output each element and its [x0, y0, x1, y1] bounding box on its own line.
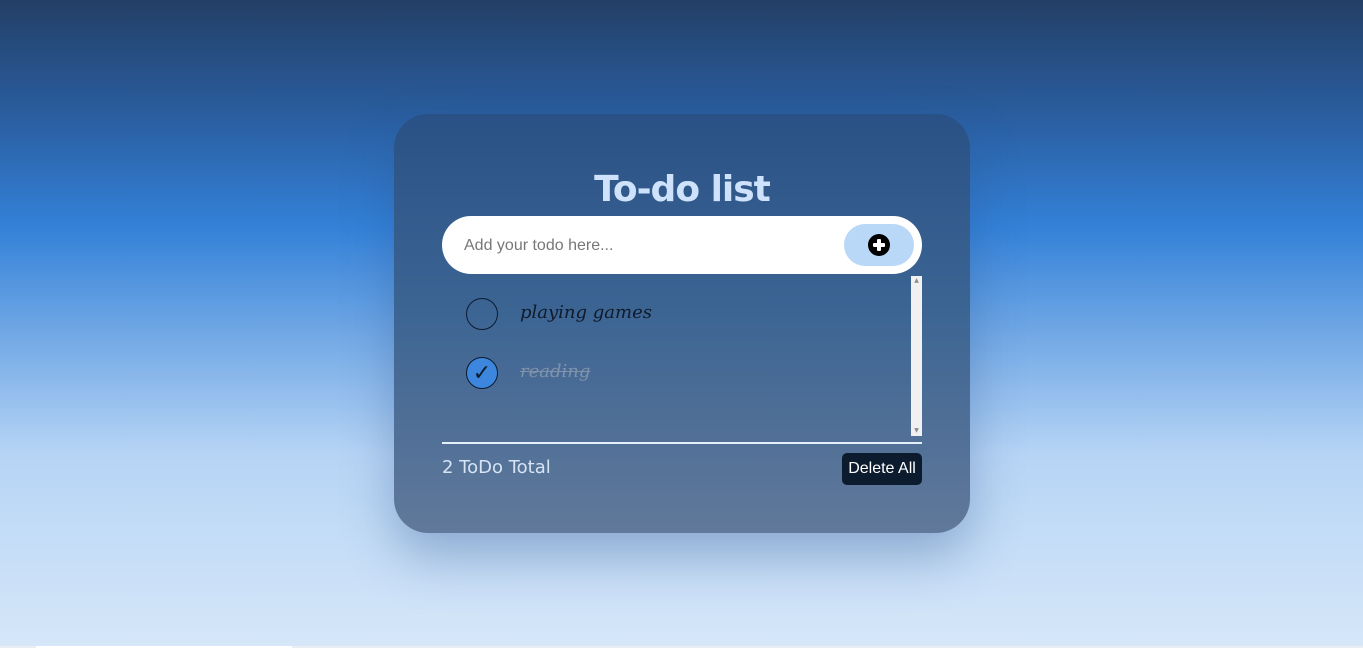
todo-list: playing games ✓ reading ▲ ▼: [442, 276, 922, 436]
checkmark-icon: ✓: [472, 361, 492, 386]
todo-item-text: reading: [520, 361, 591, 382]
add-todo-button[interactable]: [844, 224, 914, 266]
scroll-up-arrow-icon[interactable]: ▲: [911, 276, 922, 286]
scroll-down-arrow-icon[interactable]: ▼: [911, 426, 922, 436]
todo-input-row: [442, 216, 922, 276]
list-item: playing games: [466, 298, 886, 334]
plus-circle-icon: [868, 234, 890, 256]
page-title: To-do list: [594, 169, 771, 210]
todo-input[interactable]: [462, 216, 836, 276]
todo-checkbox[interactable]: [466, 298, 498, 330]
divider: [442, 442, 922, 444]
todo-total-count: 2 ToDo Total: [442, 457, 551, 478]
todo-checkbox[interactable]: ✓: [466, 357, 498, 389]
todo-item-text: playing games: [520, 302, 652, 323]
list-scrollbar[interactable]: ▲ ▼: [911, 276, 922, 436]
delete-all-button[interactable]: Delete All: [842, 453, 922, 485]
todo-card: To-do list playing games ✓ reading ▲ ▼ 2…: [394, 114, 970, 533]
list-item: ✓ reading: [466, 357, 886, 393]
